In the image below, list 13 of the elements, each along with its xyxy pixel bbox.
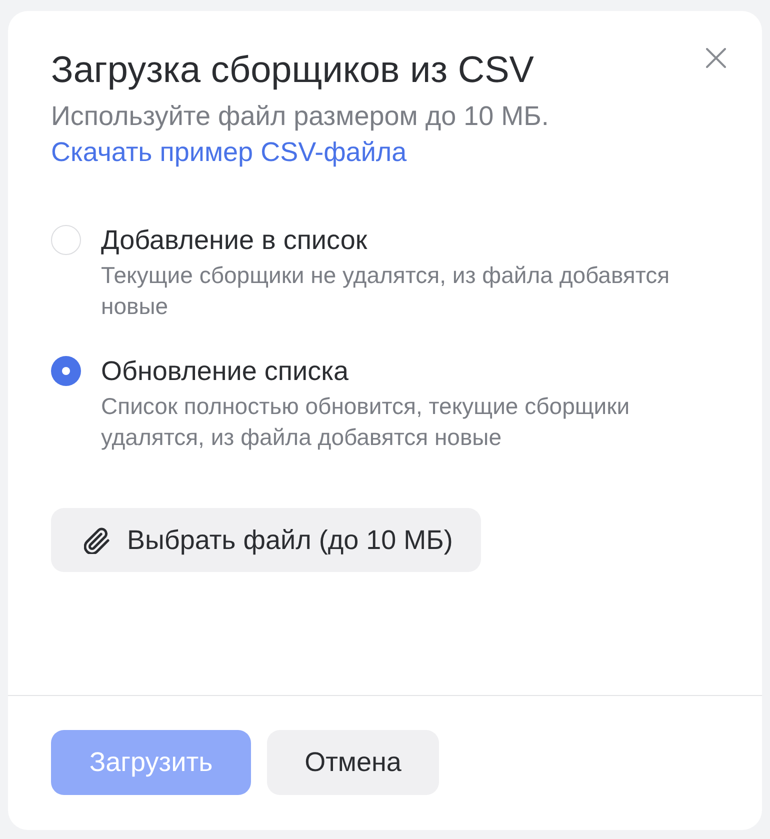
option-label: Добавление в список [101,225,368,255]
radio-button[interactable] [51,225,81,255]
download-example-link[interactable]: Скачать пример CSV-файла [51,134,407,170]
cancel-button[interactable]: Отмена [267,730,439,795]
dialog-subtitle: Используйте файл размером до 10 МБ. [51,100,550,133]
close-icon[interactable] [706,48,726,68]
option-description: Текущие сборщики не удалятся, из файла добавятся новые [101,261,671,321]
option-description: Список полностью обновится, текущие сборщики удалятся, из файла добавятся новые [101,392,631,452]
choose-file-button[interactable]: Выбрать файл (до 10 МБ) [51,508,481,572]
radio-button[interactable] [51,356,81,386]
paperclip-icon [84,526,110,554]
dialog-title: Загрузка сборщиков из CSV [51,48,535,92]
option-label: Обновление списка [101,356,350,386]
